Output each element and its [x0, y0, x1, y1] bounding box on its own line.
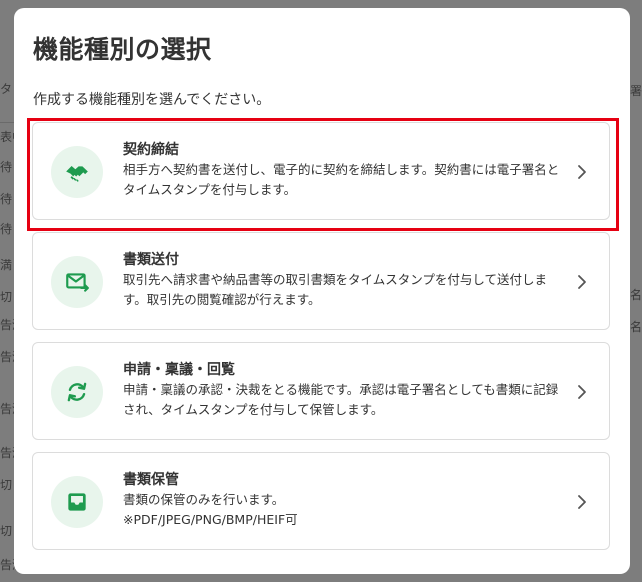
bg-fragment: 署 [629, 84, 642, 98]
bg-fragment: 切 [0, 478, 13, 492]
option-title: 書類保管 [123, 472, 179, 488]
function-type-modal: 機能種別の選択 作成する機能種別を選んでください。 契約締結 相手方へ契約書を送… [14, 8, 630, 574]
refresh-cycle-icon [51, 366, 103, 418]
chevron-right-icon [578, 275, 586, 289]
chevron-right-icon [578, 165, 586, 179]
background-page-right: 署 署名 署名 [618, 0, 642, 582]
modal-subtitle: 作成する機能種別を選んでください。 [33, 92, 271, 108]
bg-fragment: タ [0, 82, 13, 96]
inbox-tray-icon [51, 476, 103, 528]
option-document-sending[interactable]: 書類送付 取引先へ請求書や納品書等の取引書類をタイムスタンプを付与して送付します… [32, 232, 610, 330]
option-description-note: ※PDF/JPEG/PNG/BMP/HEIF可 [123, 512, 298, 527]
bg-fragment: 待 [0, 192, 13, 206]
chevron-right-icon [578, 495, 586, 509]
option-description: 相手方へ契約書を送付し、電子的に契約を締結します。契約書には電子署名とタイムスタ… [123, 162, 560, 197]
option-title: 書類送付 [123, 252, 179, 268]
option-title: 契約締結 [123, 142, 179, 158]
option-description-line: 書類の保管のみを行います。 [123, 492, 285, 507]
option-document-storage[interactable]: 書類保管 書類の保管のみを行います。 ※PDF/JPEG/PNG/BMP/HEI… [32, 452, 610, 550]
option-description: 書類の保管のみを行います。 ※PDF/JPEG/PNG/BMP/HEIF可 [123, 490, 563, 530]
mail-send-icon [51, 256, 103, 308]
bg-fragment: 切 [0, 524, 13, 538]
option-description: 取引先へ請求書や納品書等の取引書類をタイムスタンプを付与して送付します。取引先の… [123, 272, 548, 307]
modal-title: 機能種別の選択 [33, 35, 212, 64]
chevron-right-icon [578, 385, 586, 399]
bg-fragment: 切 [0, 290, 13, 304]
bg-row-divider [0, 122, 14, 123]
option-title: 申請・稟議・回覧 [123, 362, 235, 378]
option-description: 申請・稟議の承認・決裁をとる機能です。承認は電子署名としても書類に記録され、タイ… [123, 382, 559, 417]
option-contract-signing[interactable]: 契約締結 相手方へ契約書を送付し、電子的に契約を締結します。契約書には電子署名と… [32, 122, 610, 220]
bg-fragment: 待 [0, 222, 13, 236]
bg-fragment: 満 [0, 258, 13, 272]
handshake-icon [51, 146, 103, 198]
background-page-left: タ 表中 待 待 待 満 切 告済 告済 告済 告済 切 切 告済 [0, 0, 24, 582]
bg-fragment: 待 [0, 160, 13, 174]
option-approval-circulation[interactable]: 申請・稟議・回覧 申請・稟議の承認・決裁をとる機能です。承認は電子署名としても書… [32, 342, 610, 440]
